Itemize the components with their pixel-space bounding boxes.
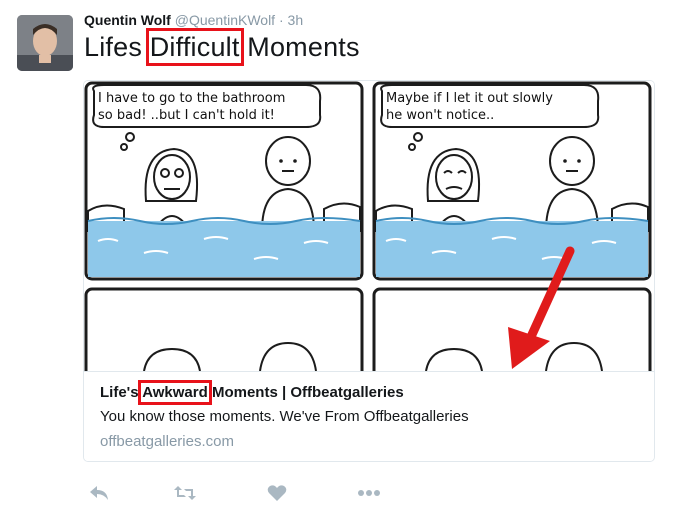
more-button[interactable] [354, 478, 384, 508]
comic-panel-3 [84, 287, 364, 381]
time-separator: · [278, 12, 284, 28]
card-title-part: Life's [100, 384, 143, 401]
more-icon [358, 490, 380, 496]
retweet-button[interactable] [170, 478, 200, 508]
speech-line: I have to go to the bathroom [98, 91, 285, 106]
speech-line: he won't notice.. [386, 108, 494, 123]
reply-icon [90, 486, 108, 500]
highlighted-word: Difficult [145, 28, 244, 66]
author-handle[interactable]: @QuentinKWolf [175, 12, 275, 28]
link-card[interactable]: I have to go to the bathroom so bad! ..b… [83, 80, 655, 462]
highlighted-card-word: Awkward [138, 380, 212, 405]
comic-image: I have to go to the bathroom so bad! ..b… [84, 81, 654, 381]
author-name[interactable]: Quentin Wolf [84, 12, 171, 28]
speech-line: Maybe if I let it out slowly [386, 91, 553, 106]
reply-button[interactable] [84, 478, 114, 508]
card-domain[interactable]: offbeatgalleries.com [100, 433, 234, 450]
like-button[interactable] [262, 478, 292, 508]
comic-strip: I have to go to the bathroom so bad! ..b… [84, 81, 652, 381]
card-title-part: Moments | Offbeatgalleries [207, 384, 404, 401]
avatar[interactable] [17, 15, 73, 71]
tweet-time[interactable]: 3h [288, 12, 304, 28]
hot-tub-water-2 [376, 221, 648, 277]
card-title[interactable]: Life's Awkward Moments | Offbeatgallerie… [100, 380, 404, 405]
tweet-text-part: Moments [239, 32, 360, 62]
hot-tub-water-1 [88, 221, 360, 277]
tweet-text-part: Lifes [84, 32, 150, 62]
card-description: You know those moments. We've From Offbe… [100, 408, 469, 425]
tweet-text: Lifes Difficult Moments [84, 28, 360, 66]
card-body: Life's Awkward Moments | Offbeatgallerie… [84, 371, 654, 461]
avatar-photo [17, 15, 73, 71]
tweet-actions [84, 478, 404, 508]
like-icon [267, 485, 287, 501]
tweet-header: Quentin Wolf @QuentinKWolf · 3h [84, 12, 303, 28]
speech-line: so bad! ..but I can't hold it! [98, 108, 275, 123]
retweet-icon [174, 486, 196, 500]
